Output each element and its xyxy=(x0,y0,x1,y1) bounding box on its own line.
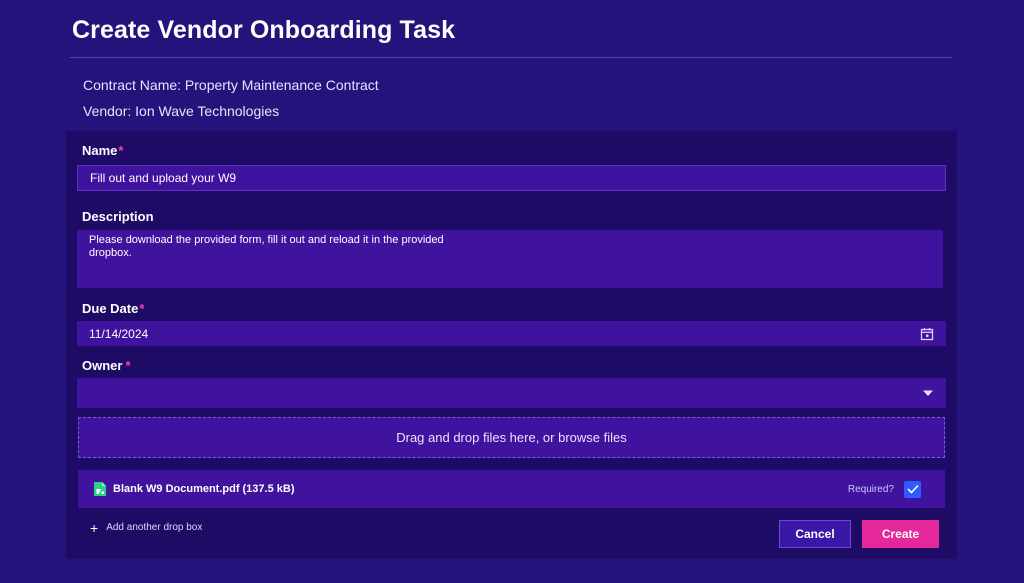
dropzone-text: Drag and drop files here, or browse file… xyxy=(396,430,627,445)
required-star: * xyxy=(125,358,131,373)
add-drop-box-link[interactable]: + Add another drop box xyxy=(90,519,203,536)
due-date-value: 11/14/2024 xyxy=(89,326,149,341)
file-size: (137.5 kB) xyxy=(242,483,295,495)
pdf-file-icon xyxy=(94,482,106,496)
file-name: Blank W9 Document.pdf xyxy=(113,483,240,495)
description-textarea[interactable]: Please download the provided form, fill … xyxy=(77,230,943,288)
required-label: Required? xyxy=(847,483,894,495)
attached-file-row: Blank W9 Document.pdf (137.5 kB) Require… xyxy=(78,470,945,508)
name-label-text: Name xyxy=(82,143,118,158)
name-input[interactable]: Fill out and upload your W9 xyxy=(77,165,946,191)
due-date-label: Due Date* xyxy=(82,301,144,316)
required-checkbox[interactable] xyxy=(904,480,921,498)
owner-label: Owner * xyxy=(82,358,131,373)
required-star: * xyxy=(118,143,124,158)
file-dropzone[interactable]: Drag and drop files here, or browse file… xyxy=(78,417,945,458)
name-label: Name* xyxy=(82,143,123,158)
page-title: Create Vendor Onboarding Task xyxy=(72,16,456,44)
create-button[interactable]: Create xyxy=(862,520,939,548)
description-label: Description xyxy=(82,209,154,224)
checkmark-icon xyxy=(906,484,919,494)
contract-name: Contract Name: Property Maintenance Cont… xyxy=(83,77,379,93)
plus-icon: + xyxy=(90,519,99,536)
owner-select[interactable] xyxy=(77,378,946,408)
title-divider xyxy=(70,57,952,58)
calendar-icon[interactable] xyxy=(920,327,934,341)
task-form: Name* Fill out and upload your W9 Descri… xyxy=(66,131,957,559)
name-input-value: Fill out and upload your W9 xyxy=(90,171,237,185)
vendor-name: Vendor: Ion Wave Technologies xyxy=(83,103,280,119)
due-date-label-text: Due Date xyxy=(82,301,139,316)
owner-label-text: Owner xyxy=(82,358,123,373)
chevron-down-icon xyxy=(923,390,933,396)
due-date-input[interactable]: 11/14/2024 xyxy=(77,321,946,346)
required-star: * xyxy=(139,301,145,316)
description-value: Please download the provided form, fill … xyxy=(89,234,444,259)
add-drop-box-label: Add another drop box xyxy=(106,522,203,533)
cancel-button[interactable]: Cancel xyxy=(779,520,851,548)
